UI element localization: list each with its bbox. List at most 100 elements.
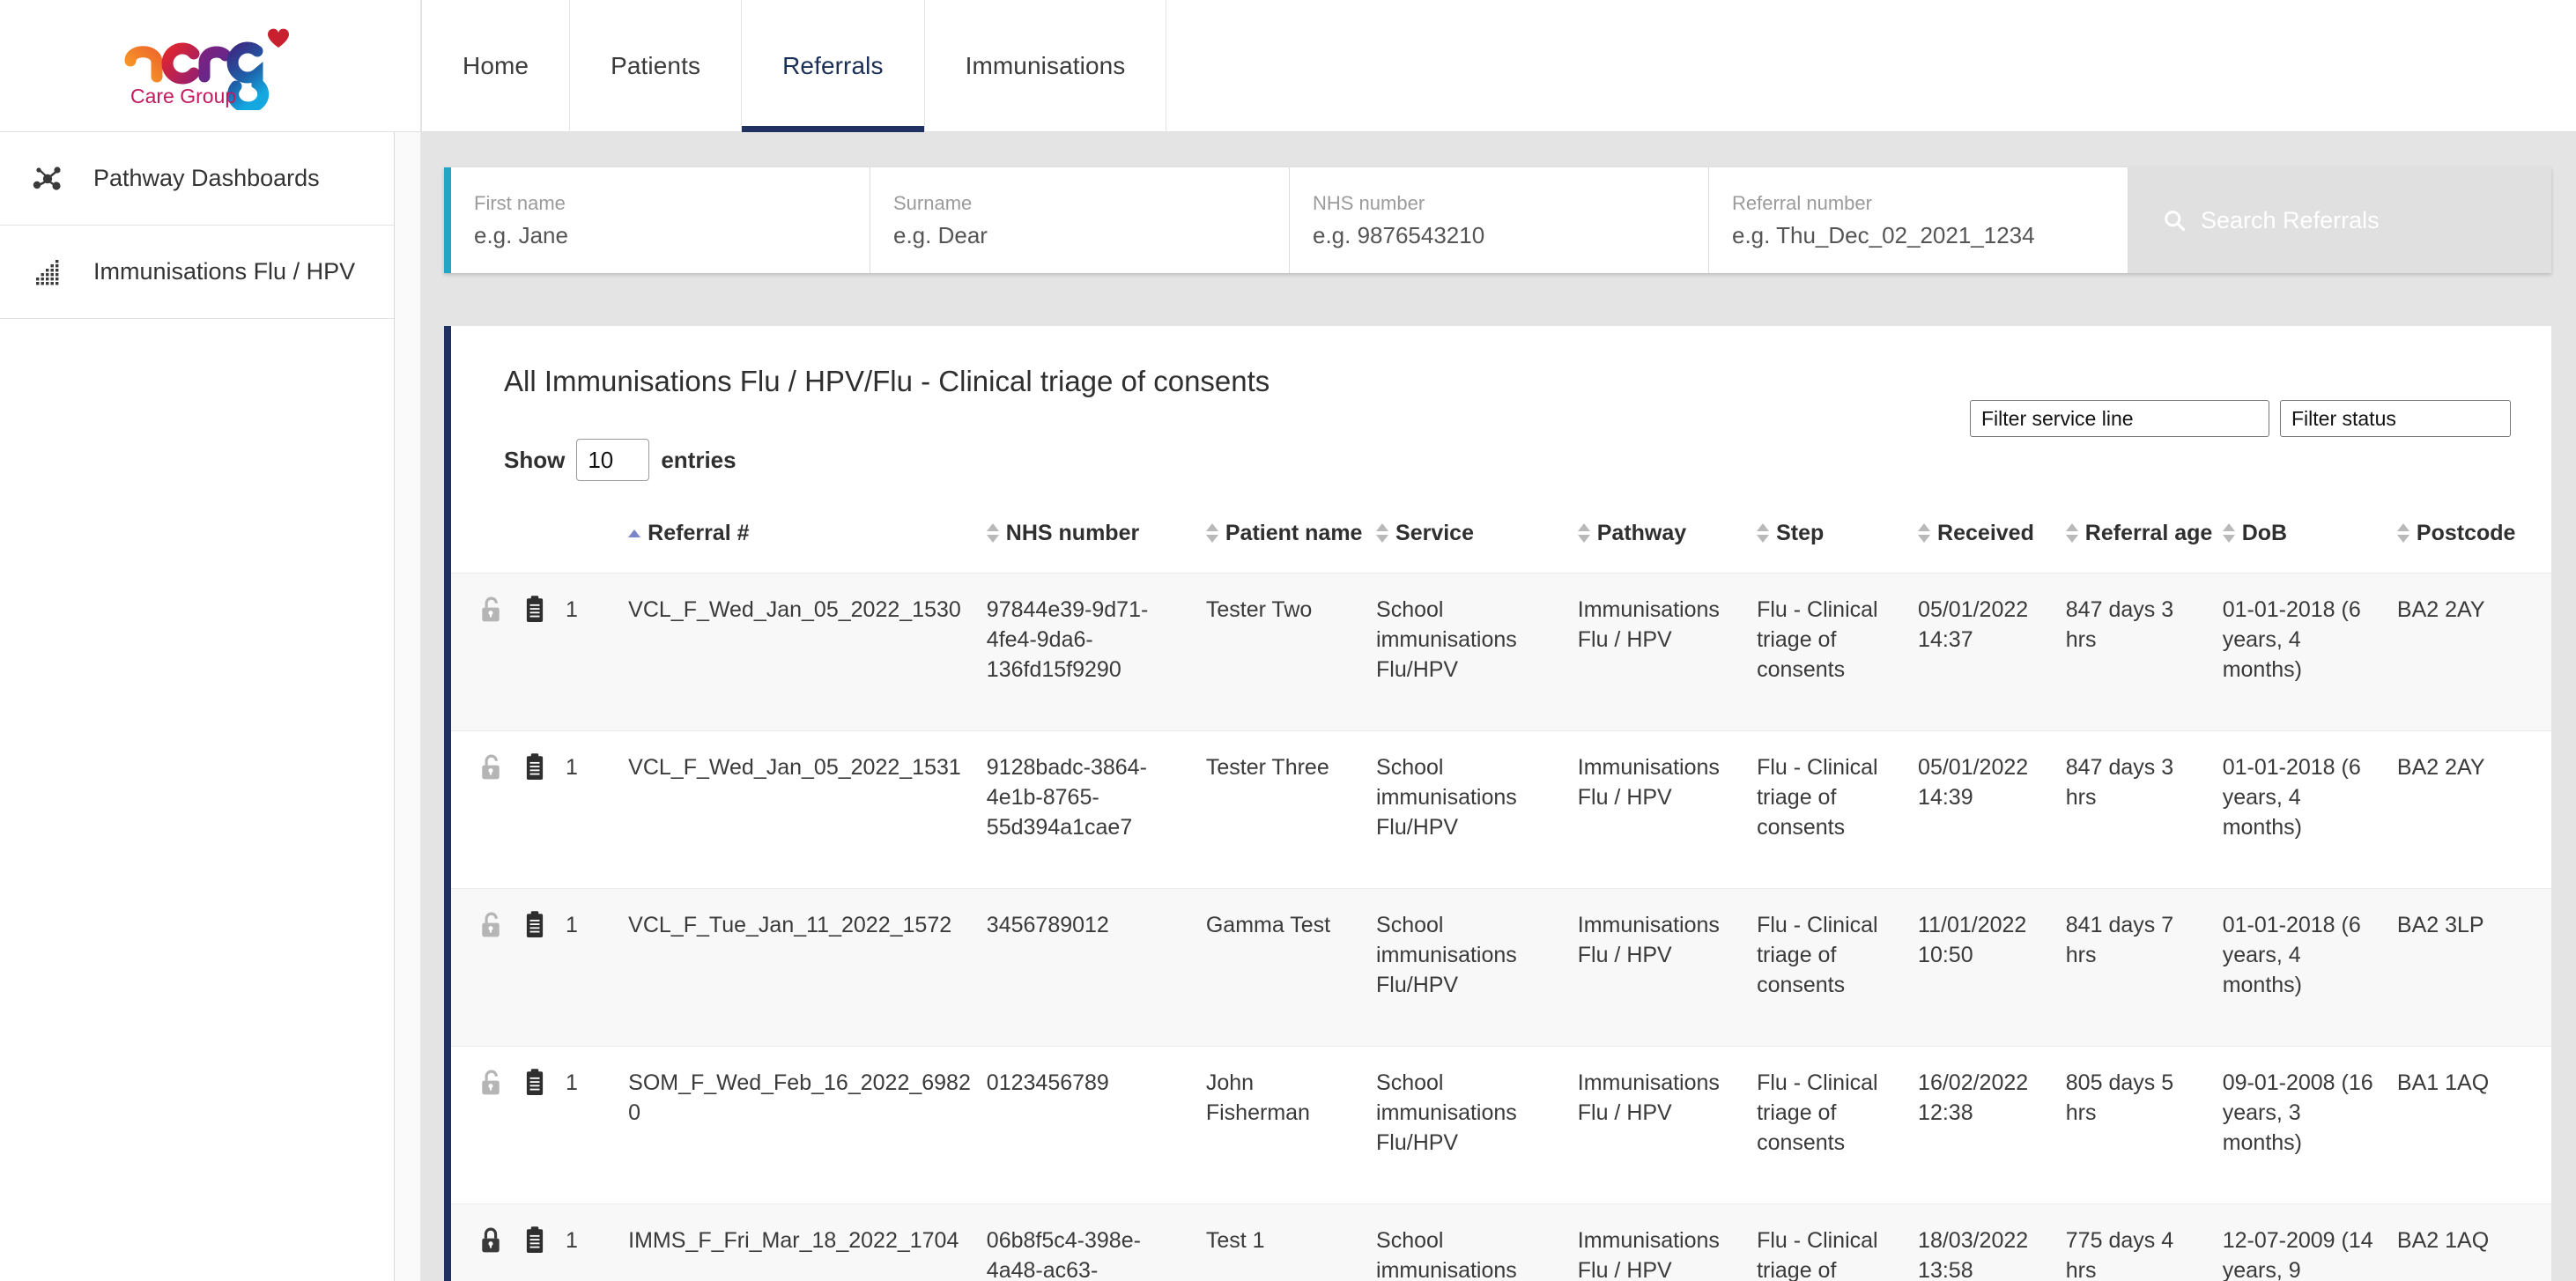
cell-pathway: Immunisations Flu / HPV bbox=[1571, 574, 1750, 731]
sidebar-item-immunisations-flu-hpv[interactable]: Immunisations Flu / HPV bbox=[0, 226, 394, 319]
sort-toggle-dob[interactable] bbox=[2223, 518, 2235, 548]
filter-service-line-wrap: Filter service line bbox=[1970, 400, 2269, 437]
tab-home[interactable]: Home bbox=[421, 0, 570, 131]
cell-patient-name: Tester Two bbox=[1199, 574, 1369, 731]
cell-postcode: BA2 3LP bbox=[2390, 889, 2551, 1047]
search-field-surname-label: Surname bbox=[893, 192, 1266, 215]
cell-referral: VCL_F_Tue_Jan_11_2022_1572 bbox=[621, 889, 980, 1047]
entries-per-page-select[interactable]: 10 bbox=[576, 439, 649, 481]
cell-dob: 09-01-2008 (16 years, 3 months) bbox=[2216, 1047, 2390, 1204]
top-bar: Care Group Home Patients Referrals Immun… bbox=[0, 0, 2576, 132]
lock-icon[interactable] bbox=[477, 1225, 504, 1255]
row-note-count: 1 bbox=[566, 1225, 578, 1255]
cell-service: School immunisations Flu/HPV bbox=[1369, 731, 1571, 889]
tab-patients[interactable]: Patients bbox=[570, 0, 742, 131]
row-note-count: 1 bbox=[566, 1068, 578, 1098]
cell-pathway: Immunisations Flu / HPV bbox=[1571, 1047, 1750, 1204]
sidebar-item-pathway-dashboards[interactable]: Pathway Dashboards bbox=[0, 132, 394, 226]
search-field-referral-number[interactable]: Referral number e.g. Thu_Dec_02_2021_123… bbox=[1709, 167, 2128, 273]
unlock-icon[interactable] bbox=[477, 752, 504, 782]
search-field-nhs-number[interactable]: NHS number e.g. 9876543210 bbox=[1290, 167, 1709, 273]
show-entries-suffix: entries bbox=[661, 447, 736, 474]
sort-toggle-nhs[interactable] bbox=[987, 518, 999, 548]
search-input-referral-number[interactable]: e.g. Thu_Dec_02_2021_1234 bbox=[1732, 222, 2105, 249]
filter-status-wrap: Filter status bbox=[2280, 400, 2511, 437]
search-field-first-name-label: First name bbox=[474, 192, 847, 215]
col-header-dob[interactable]: DoB bbox=[2216, 506, 2390, 574]
col-header-step[interactable]: Step bbox=[1750, 506, 1911, 574]
referrals-table: Referral # NHS number bbox=[451, 506, 2551, 1281]
sort-toggle-postcode[interactable] bbox=[2397, 518, 2409, 548]
cell-received: 05/01/2022 14:39 bbox=[1911, 731, 2059, 889]
sidebar-item-pathway-dashboards-label: Pathway Dashboards bbox=[93, 165, 320, 192]
sort-toggle-received[interactable] bbox=[1918, 518, 1930, 548]
cell-referral-age: 805 days 5 hrs bbox=[2059, 1047, 2216, 1204]
unlock-icon[interactable] bbox=[477, 910, 504, 940]
tab-patients-label: Patients bbox=[611, 52, 700, 80]
main-content: First name e.g. Jane Surname e.g. Dear N… bbox=[421, 132, 2576, 1281]
col-header-referral-age-label: Referral age bbox=[2085, 521, 2213, 546]
search-field-first-name[interactable]: First name e.g. Jane bbox=[451, 167, 870, 273]
referrals-card: Filter service line Filter status All Im… bbox=[444, 326, 2551, 1281]
cell-nhs-number: 0123456789 bbox=[980, 1047, 1199, 1204]
col-header-postcode[interactable]: Postcode bbox=[2390, 506, 2551, 574]
col-header-pathway[interactable]: Pathway bbox=[1571, 506, 1750, 574]
search-input-surname[interactable]: e.g. Dear bbox=[893, 222, 1266, 249]
cell-dob: 01-01-2018 (6 years, 4 months) bbox=[2216, 889, 2390, 1047]
hcrg-logo-svg: Care Group bbox=[118, 22, 303, 110]
table-row[interactable]: 1VCL_F_Wed_Jan_05_2022_15319128badc-3864… bbox=[451, 731, 2551, 889]
tab-home-label: Home bbox=[463, 52, 529, 80]
table-header-row: Referral # NHS number bbox=[451, 506, 2551, 574]
clipboard-icon[interactable] bbox=[523, 1068, 546, 1098]
table-row[interactable]: 1VCL_F_Wed_Jan_05_2022_153097844e39-9d71… bbox=[451, 574, 2551, 731]
sort-toggle-referral[interactable] bbox=[628, 518, 640, 548]
sort-toggle-patient[interactable] bbox=[1206, 518, 1218, 548]
table-row[interactable]: 1 VCL_F_Tue_Jan_11_2022_15723456789012Gam… bbox=[451, 889, 2551, 1047]
cell-nhs-number: 97844e39-9d71-4fe4-9da6-136fd15f9290 bbox=[980, 574, 1199, 731]
search-field-surname[interactable]: Surname e.g. Dear bbox=[870, 167, 1290, 273]
row-note-count: 1 bbox=[566, 910, 578, 940]
search-referrals-button[interactable]: Search Referrals bbox=[2128, 167, 2551, 273]
cell-pathway: Immunisations Flu / HPV bbox=[1571, 889, 1750, 1047]
table-row[interactable]: 1SOM_F_Wed_Feb_16_2022_698200123456789Jo… bbox=[451, 1047, 2551, 1204]
clipboard-icon[interactable] bbox=[523, 910, 546, 940]
col-header-pathway-label: Pathway bbox=[1597, 521, 1686, 546]
search-input-first-name[interactable]: e.g. Jane bbox=[474, 222, 847, 249]
col-header-service[interactable]: Service bbox=[1369, 506, 1571, 574]
cell-referral: SOM_F_Wed_Feb_16_2022_69820 bbox=[621, 1047, 980, 1204]
brand-logo[interactable]: Care Group bbox=[0, 0, 421, 131]
col-header-nhs[interactable]: NHS number bbox=[980, 506, 1199, 574]
unlock-icon[interactable] bbox=[477, 595, 504, 625]
clipboard-icon[interactable] bbox=[523, 595, 546, 625]
col-header-received[interactable]: Received bbox=[1911, 506, 2059, 574]
search-input-nhs-number[interactable]: e.g. 9876543210 bbox=[1313, 222, 1685, 249]
cell-service: School immunisations Flu/HPV bbox=[1369, 574, 1571, 731]
sort-toggle-pathway[interactable] bbox=[1578, 518, 1590, 548]
col-header-icons bbox=[451, 506, 621, 574]
row-actions-cell: 1 bbox=[451, 1204, 621, 1281]
col-header-referral[interactable]: Referral # bbox=[621, 506, 980, 574]
app-root: Care Group Home Patients Referrals Immun… bbox=[0, 0, 2576, 1281]
cell-nhs-number: 9128badc-3864-4e1b-8765-55d394a1cae7 bbox=[980, 731, 1199, 889]
cell-nhs-number: 06b8f5c4-398e-4a48-ac63-5a8705ee81ed bbox=[980, 1204, 1199, 1281]
cell-nhs-number: 3456789012 bbox=[980, 889, 1199, 1047]
search-referrals-button-label: Search Referrals bbox=[2201, 207, 2380, 234]
col-header-referral-age[interactable]: Referral age bbox=[2059, 506, 2216, 574]
sort-toggle-referral-age[interactable] bbox=[2066, 518, 2078, 548]
clipboard-icon[interactable] bbox=[523, 752, 546, 782]
bar-chart-dots-icon bbox=[28, 253, 67, 292]
cell-patient-name: Gamma Test bbox=[1199, 889, 1369, 1047]
cell-referral: VCL_F_Wed_Jan_05_2022_1530 bbox=[621, 574, 980, 731]
col-header-patient[interactable]: Patient name bbox=[1199, 506, 1369, 574]
cell-pathway: Immunisations Flu / HPV bbox=[1571, 731, 1750, 889]
filter-status[interactable]: Filter status bbox=[2280, 400, 2511, 437]
unlock-icon[interactable] bbox=[477, 1068, 504, 1098]
tab-referrals[interactable]: Referrals bbox=[742, 0, 925, 131]
sort-toggle-service[interactable] bbox=[1376, 518, 1388, 548]
clipboard-icon[interactable] bbox=[523, 1225, 546, 1255]
sort-toggle-step[interactable] bbox=[1757, 518, 1769, 548]
tab-immunisations[interactable]: Immunisations bbox=[925, 0, 1167, 131]
filter-service-line[interactable]: Filter service line bbox=[1970, 400, 2269, 437]
table-row[interactable]: 1IMMS_F_Fri_Mar_18_2022_170406b8f5c4-398… bbox=[451, 1204, 2551, 1281]
cell-service: School immunisations Flu/HPV bbox=[1369, 1047, 1571, 1204]
